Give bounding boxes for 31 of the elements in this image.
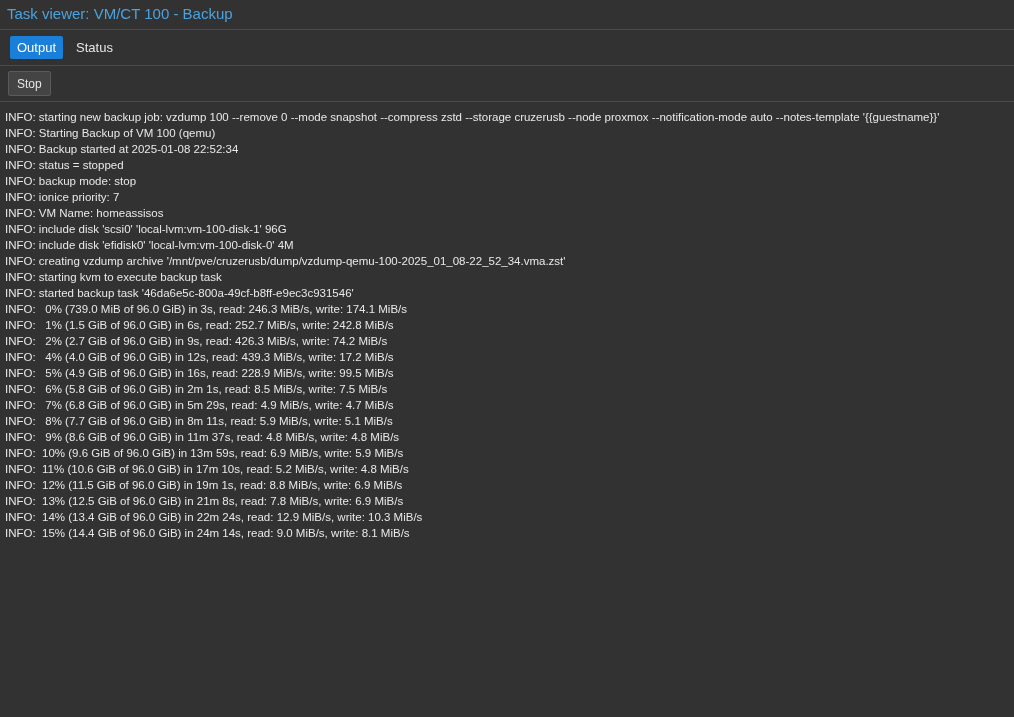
stop-button[interactable]: Stop	[8, 71, 51, 96]
log-line: INFO: starting kvm to execute backup task	[5, 270, 222, 285]
log-line: INFO: 13% (12.5 GiB of 96.0 GiB) in 21m 8s, read: 7.8 MiB/s, write: 6.9 MiB/s	[5, 494, 404, 509]
log-line: INFO: include disk 'efidisk0' 'local-lvm:vm-100-disk-0' 4M	[5, 238, 294, 253]
log-line: INFO: 4% (4.0 GiB of 96.0 GiB) in 12s, read: 439.3 MiB/s, write: 17.2 MiB/s	[5, 350, 394, 365]
log-line: INFO: VM Name: homeassisos	[5, 206, 164, 221]
log-line: INFO: 6% (5.8 GiB of 96.0 GiB) in 2m 1s, read: 8.5 MiB/s, write: 7.5 MiB/s	[5, 382, 388, 397]
log-line: INFO: 14% (13.4 GiB of 96.0 GiB) in 22m 24s, read: 12.9 MiB/s, write: 10.3 MiB/s	[5, 510, 423, 525]
log-line: INFO: 15% (14.4 GiB of 96.0 GiB) in 24m 14s, read: 9.0 MiB/s, write: 8.1 MiB/s	[5, 526, 410, 541]
window-title: Task viewer: VM/CT 100 - Backup	[7, 4, 233, 25]
log-line: INFO: backup mode: stop	[5, 174, 137, 189]
log-line: INFO: Backup started at 2025-01-08 22:52:34	[5, 142, 239, 157]
log-line: INFO: creating vzdump archive '/mnt/pve/cruzerusb/dump/vzdump-qemu-100-2025_01_08-22_52_34.vma.zst'	[5, 254, 566, 269]
log-line: INFO: status = stopped	[5, 158, 124, 173]
tab[interactable]: Status	[69, 36, 120, 59]
log-line: INFO: 10% (9.6 GiB of 96.0 GiB) in 13m 59s, read: 6.9 MiB/s, write: 5.9 MiB/s	[5, 446, 404, 461]
tab[interactable]: Output	[10, 36, 64, 59]
log-line: INFO: 9% (8.6 GiB of 96.0 GiB) in 11m 37s, read: 4.8 MiB/s, write: 4.8 MiB/s	[5, 430, 400, 445]
log-line: INFO: starting new backup job: vzdump 100 --remove 0 --mode snapshot --compress zstd --storage cruzerusb --node proxmox --notification-mode auto --notes-template '{{guestname}}'	[5, 110, 940, 125]
log-line: INFO: started backup task '46da6e5c-800a-49cf-b8ff-e9ec3c931546'	[5, 286, 354, 301]
log-line: INFO: ionice priority: 7	[5, 190, 120, 205]
log-line: INFO: 0% (739.0 MiB of 96.0 GiB) in 3s, read: 246.3 MiB/s, write: 174.1 MiB/s	[5, 302, 408, 317]
log-line: INFO: Starting Backup of VM 100 (qemu)	[5, 126, 216, 141]
log-line: INFO: 8% (7.7 GiB of 96.0 GiB) in 8m 11s, read: 5.9 MiB/s, write: 5.1 MiB/s	[5, 414, 393, 429]
log-line: INFO: 7% (6.8 GiB of 96.0 GiB) in 5m 29s, read: 4.9 MiB/s, write: 4.7 MiB/s	[5, 398, 394, 413]
log-line: INFO: 2% (2.7 GiB of 96.0 GiB) in 9s, read: 426.3 MiB/s, write: 74.2 MiB/s	[5, 334, 388, 349]
log-line: INFO: 5% (4.9 GiB of 96.0 GiB) in 16s, read: 228.9 MiB/s, write: 99.5 MiB/s	[5, 366, 394, 381]
log-line: INFO: 11% (10.6 GiB of 96.0 GiB) in 17m 10s, read: 5.2 MiB/s, write: 4.8 MiB/s	[5, 462, 409, 477]
log-line: INFO: 12% (11.5 GiB of 96.0 GiB) in 19m 1s, read: 8.8 MiB/s, write: 6.9 MiB/s	[5, 478, 403, 493]
log-line: INFO: include disk 'scsi0' 'local-lvm:vm-100-disk-1' 96G	[5, 222, 287, 237]
log-line: INFO: 1% (1.5 GiB of 96.0 GiB) in 6s, read: 252.7 MiB/s, write: 242.8 MiB/s	[5, 318, 394, 333]
